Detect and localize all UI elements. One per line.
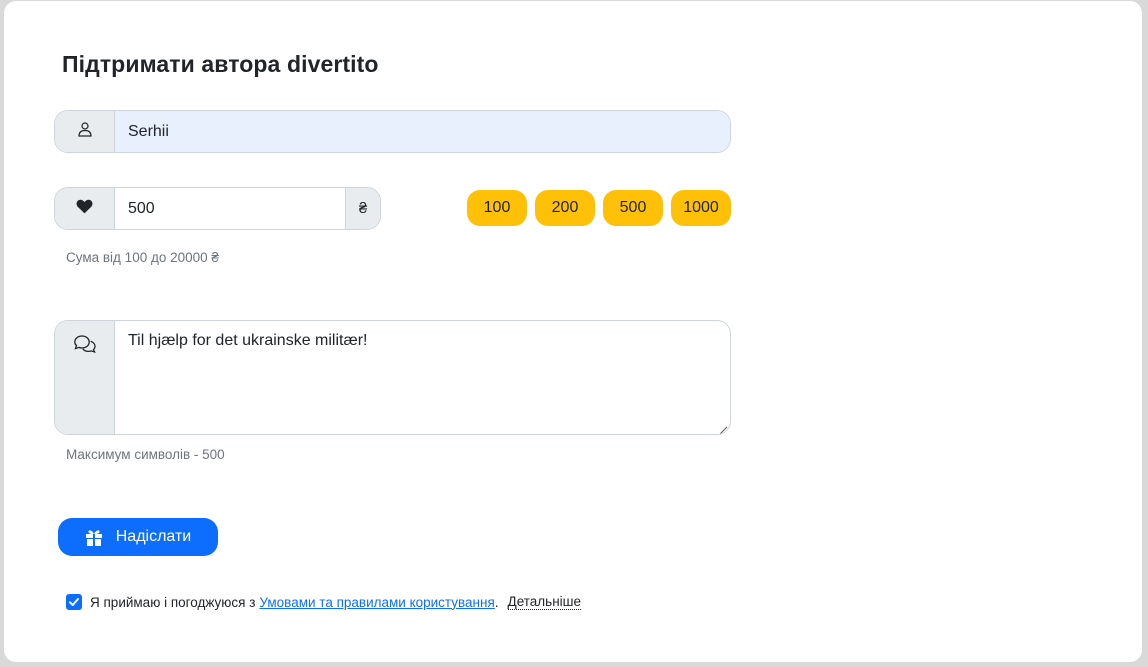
message-textarea[interactable]: Til hjælp for det ukrainske militær! xyxy=(115,321,730,434)
currency-suffix: ₴ xyxy=(345,188,380,229)
person-icon xyxy=(77,121,93,142)
amount-hint: Сума від 100 до 20000 ₴ xyxy=(66,250,219,265)
preset-amount-200-button[interactable]: 200 xyxy=(535,190,595,226)
message-hint: Максимум символів - 500 xyxy=(66,447,225,462)
preset-amount-500-button[interactable]: 500 xyxy=(603,190,663,226)
consent-separator: . xyxy=(494,594,499,610)
page-title: Підтримати автора divertito xyxy=(62,51,379,77)
consent-checkbox[interactable] xyxy=(66,594,82,610)
preset-amount-100-button[interactable]: 100 xyxy=(467,190,527,226)
amount-input[interactable]: 500 xyxy=(115,188,345,229)
details-link[interactable]: Детальніше xyxy=(507,594,581,610)
name-input[interactable]: Serhii xyxy=(115,111,730,152)
heart-icon xyxy=(76,199,93,219)
resize-handle-icon[interactable] xyxy=(718,422,728,434)
message-addon xyxy=(55,321,115,434)
consent-text: Я приймаю і погоджуюся з xyxy=(90,594,256,610)
submit-label: Надіслати xyxy=(115,528,192,545)
name-input-group: Serhii xyxy=(54,110,731,153)
submit-button[interactable]: Надіслати xyxy=(58,518,218,556)
message-input-group: Til hjælp for det ukrainske militær! xyxy=(54,320,731,435)
name-addon xyxy=(55,111,115,152)
chat-bubbles-icon xyxy=(73,335,96,358)
consent-row: Я приймаю і погоджуюся з Умовами та прав… xyxy=(66,594,581,610)
preset-amount-1000-button[interactable]: 1000 xyxy=(671,190,731,226)
amount-addon xyxy=(55,188,115,229)
gift-icon xyxy=(85,529,103,546)
donation-card: Підтримати автора divertito Serhii 500 ₴… xyxy=(4,1,1142,662)
terms-link[interactable]: Умовами та правилами користування xyxy=(259,595,494,610)
amount-input-group: 500 ₴ xyxy=(54,187,381,230)
